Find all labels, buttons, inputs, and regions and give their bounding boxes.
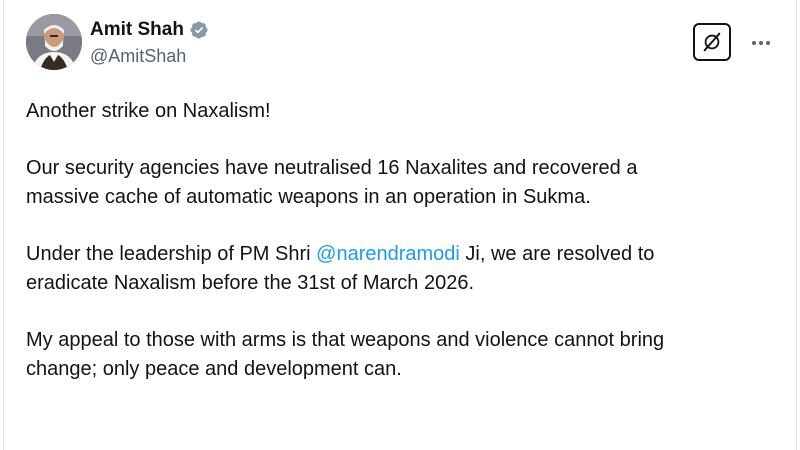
- tweet-line: Under the leadership of PM Shri @narendr…: [26, 240, 776, 269]
- mention-link[interactable]: @narendramodi: [316, 243, 460, 265]
- tweet-line: change; only peace and development can.: [26, 358, 402, 380]
- card-left-border: [3, 0, 4, 450]
- tweet-text-segment: Under the leadership of PM Shri: [26, 243, 317, 265]
- tweet-paragraph-4: My appeal to those with arms is that wea…: [26, 326, 776, 384]
- author-info: Amit Shah @AmitShah: [90, 18, 209, 67]
- tweet-text-segment: Ji, we are resolved to: [459, 243, 655, 265]
- tweet-paragraph-3: Under the leadership of PM Shri @narendr…: [26, 240, 776, 298]
- card-right-border: [796, 0, 797, 450]
- tweet-card: Amit Shah @AmitShah Another strike on Na…: [0, 0, 800, 450]
- author-display-name[interactable]: Amit Shah: [90, 19, 184, 41]
- verified-badge-icon: [189, 20, 209, 40]
- tweet-line: My appeal to those with arms is that wea…: [26, 329, 665, 351]
- tweet-text: Another strike on Naxalism! Our security…: [26, 97, 776, 412]
- tweet-paragraph-2: Our security agencies have neutralised 1…: [26, 154, 776, 212]
- more-options-icon: [752, 41, 770, 45]
- avatar[interactable]: [26, 14, 82, 70]
- avatar-image: [26, 14, 82, 70]
- grok-icon: [703, 32, 721, 52]
- more-options-button[interactable]: [746, 28, 776, 58]
- grok-button[interactable]: [693, 23, 731, 61]
- tweet-line: eradicate Naxalism before the 31st of Ma…: [26, 272, 475, 294]
- tweet-line: massive cache of automatic weapons in an…: [26, 186, 591, 208]
- tweet-line: Our security agencies have neutralised 1…: [26, 157, 638, 179]
- tweet-header: Amit Shah @AmitShah: [26, 14, 776, 76]
- tweet-paragraph-1: Another strike on Naxalism!: [26, 97, 776, 126]
- tweet-line: Another strike on Naxalism!: [26, 100, 271, 122]
- name-row: Amit Shah: [90, 18, 209, 42]
- author-handle[interactable]: @AmitShah: [90, 46, 209, 67]
